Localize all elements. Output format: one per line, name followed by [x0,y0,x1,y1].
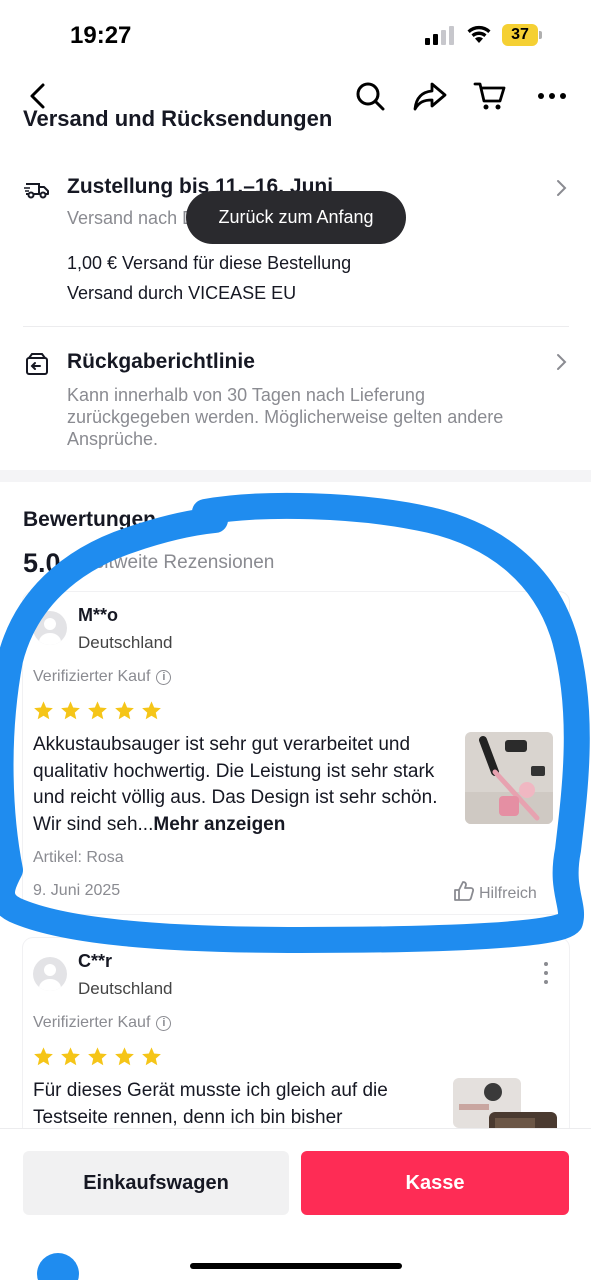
more-options-icon[interactable] [543,962,549,984]
shipping-cost: 1,00 € Versand für diese Bestellung [67,253,352,273]
star-icon [88,701,107,720]
battery-level: 37 [502,24,538,46]
shipping-section: Versand und Rücksendungen Zustellung bis… [0,110,591,470]
cellular-signal-icon [425,25,457,45]
reviews-title: Bewertungen [23,508,157,531]
return-policy-text: Kann innerhalb von 30 Tagen nach Lieferu… [67,385,504,449]
info-icon[interactable]: i [156,1015,172,1031]
star-icon [115,701,134,720]
shipping-section-heading: Versand und Rücksendungen [23,110,333,131]
section-separator [0,470,591,482]
purchased-variant: Artikel: Rosa [33,849,124,866]
reviewer-country: Deutschland [78,979,173,998]
chevron-right-icon[interactable] [555,352,569,372]
review-card: M**o Deutschland Verifizierter Kauf i Ak… [23,592,569,914]
verified-purchase: Verifizierter Kauf i [33,668,172,686]
review-photo[interactable] [465,732,553,824]
reviewer-name: C**r [78,951,113,971]
return-box-icon [24,351,50,377]
star-icon [142,1047,161,1066]
review-text: Für dieses Gerät musste ich gleich auf d… [33,1078,453,1131]
star-icon [142,701,161,720]
star-icon [34,701,53,720]
wifi-icon [466,23,492,45]
avatar [33,957,67,991]
status-bar: 19:27 37 [0,0,591,70]
home-indicator[interactable] [190,1263,402,1269]
average-rating: 5.0 [23,548,61,578]
review-count-label: weltweite Rezensionen [80,552,275,573]
return-policy-title: Rückgaberichtlinie [67,350,255,373]
add-to-cart-button[interactable]: Einkaufswagen [23,1151,289,1215]
bottom-action-bar: Einkaufswagen Kasse [0,1128,591,1280]
star-icon [61,701,80,720]
verified-label: Verifizierter Kauf [33,668,151,685]
star-icon [61,1047,80,1066]
thumbs-up-icon [453,880,475,907]
star-icon [34,1047,53,1066]
avatar [33,611,67,645]
review-card: C**r Deutschland Verifizierter Kauf i Fü… [23,938,569,1138]
checkout-button[interactable]: Kasse [301,1151,569,1215]
review-date: 9. Juni 2025 [33,882,121,899]
back-icon[interactable] [20,78,56,114]
shipped-by: Versand durch VICEASE EU [67,283,297,303]
star-icon [88,1047,107,1066]
status-time: 19:27 [70,22,132,49]
info-icon[interactable]: i [156,669,172,685]
reviewer-name: M**o [78,605,118,625]
reviewer-country: Deutschland [78,633,173,652]
helpful-label: Hilfreich [479,884,537,902]
delivery-truck-icon [24,176,50,202]
show-more-link[interactable]: Mehr anzeigen [153,814,285,835]
search-icon[interactable] [352,78,388,114]
annotation-dot [37,1253,79,1280]
verified-label: Verifizierter Kauf [33,1014,151,1031]
chevron-right-icon[interactable] [555,178,569,198]
review-text-content: Für dieses Gerät musste ich gleich auf d… [33,1080,388,1128]
star-icon [115,1047,134,1066]
helpful-button[interactable]: Hilfreich [453,880,537,907]
review-text: Akkustaubsauger ist sehr gut verarbeitet… [33,732,453,838]
verified-purchase: Verifizierter Kauf i [33,1014,172,1032]
star-rating [33,1046,162,1067]
share-icon[interactable] [412,78,448,114]
back-to-top-toast[interactable]: Zurück zum Anfang [186,191,406,244]
more-icon[interactable] [534,78,570,114]
star-rating [33,700,162,721]
cart-icon[interactable] [472,78,508,114]
divider [23,326,569,327]
battery-icon: 37 [502,24,542,46]
